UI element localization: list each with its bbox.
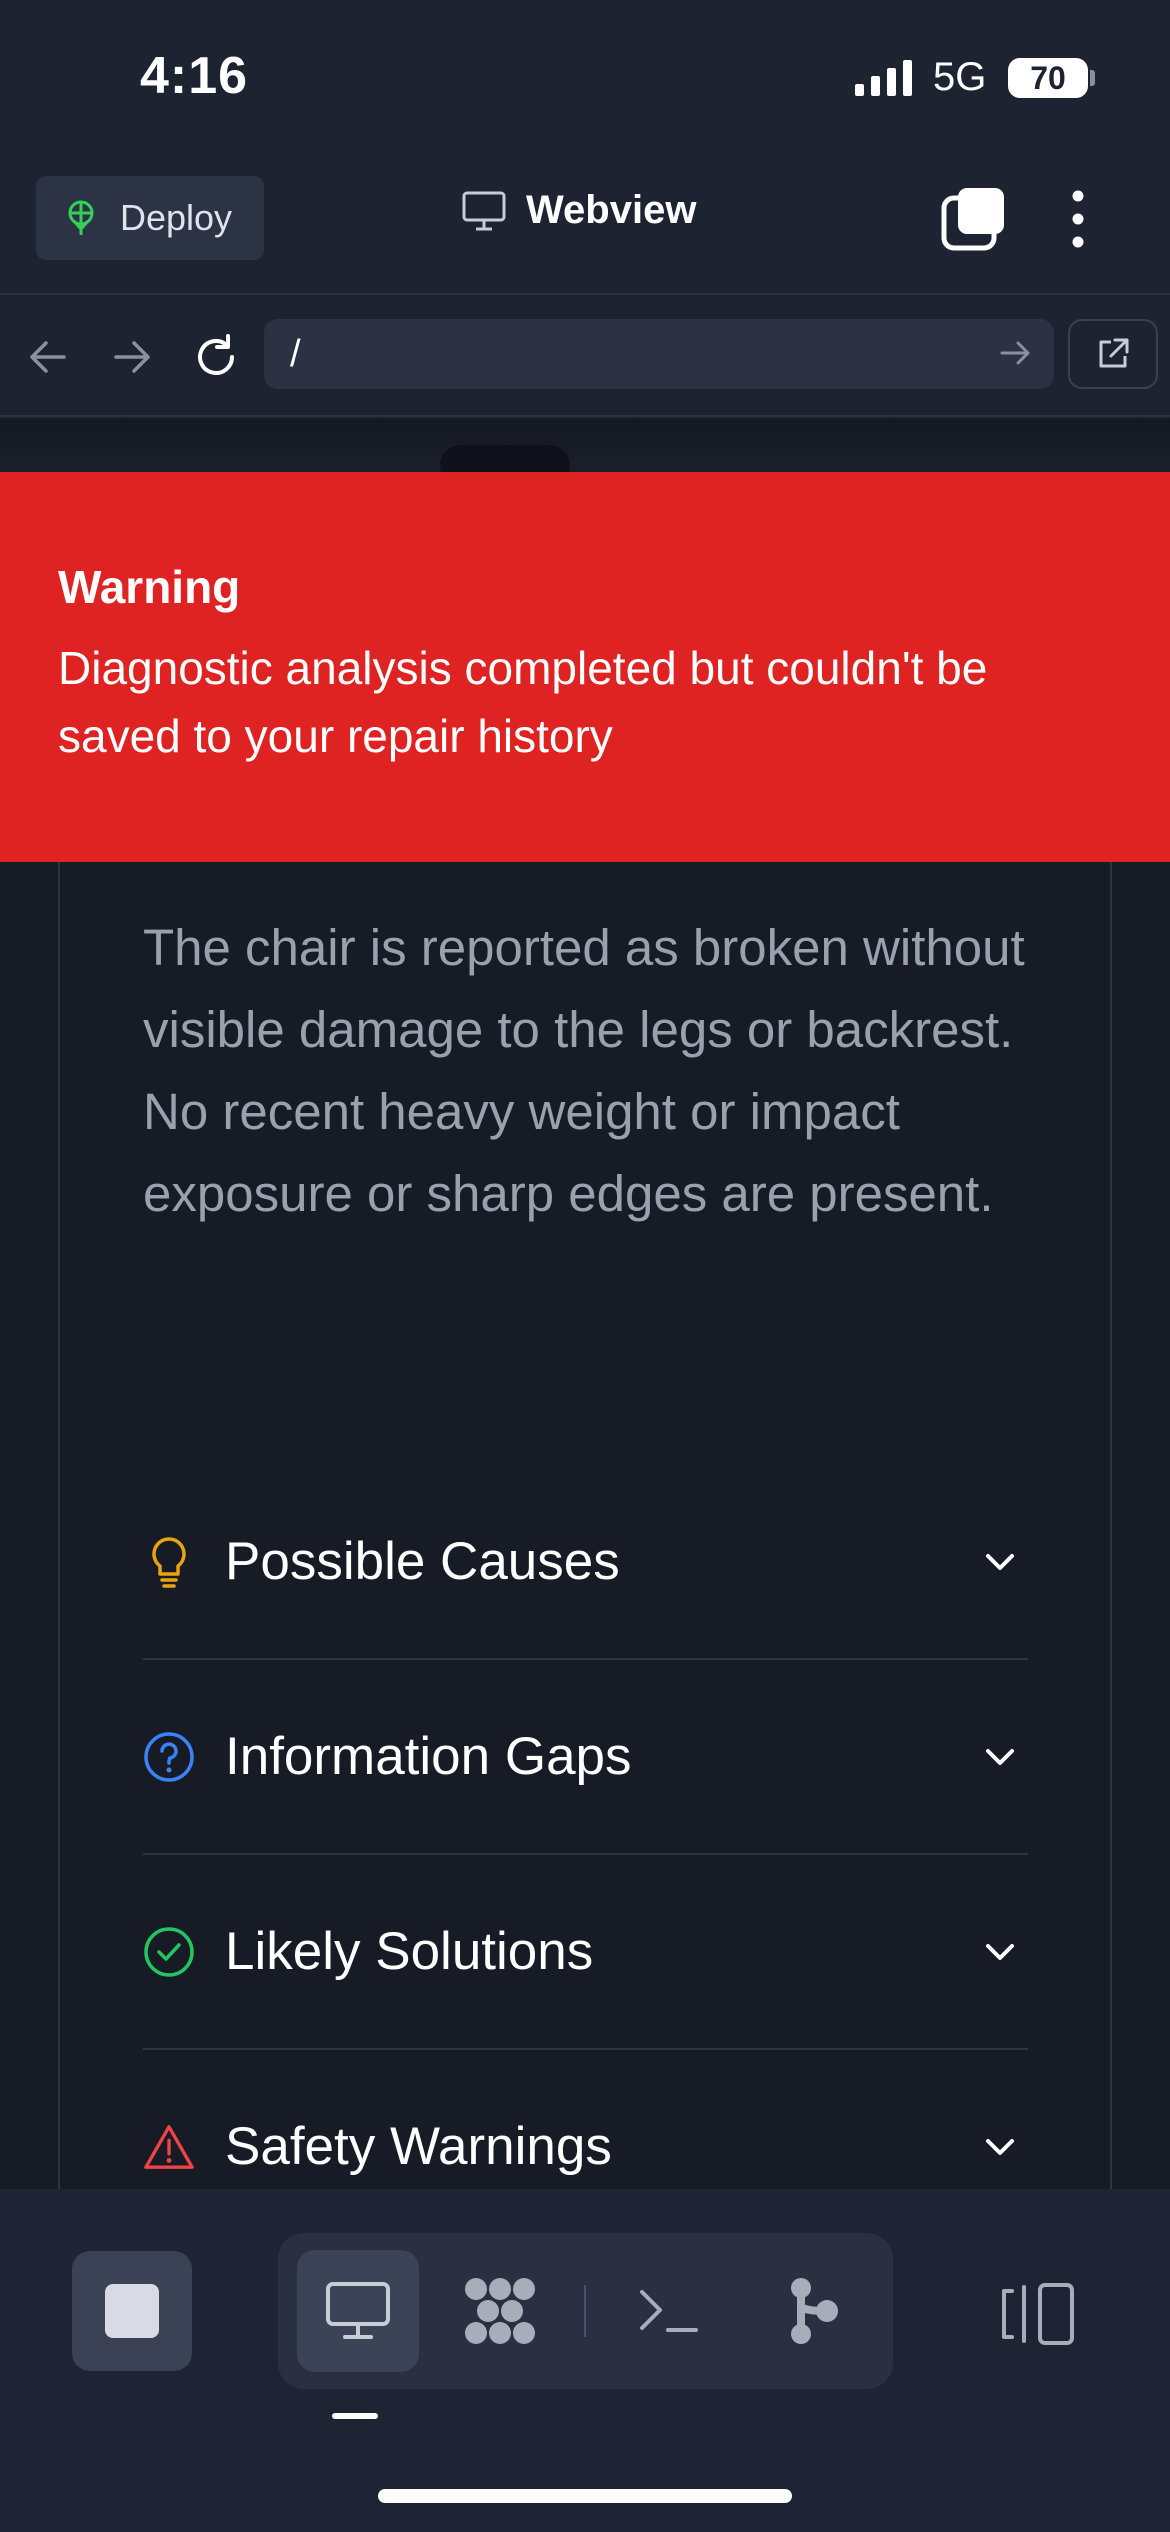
arrow-left-icon <box>30 341 66 373</box>
stop-icon <box>105 2284 159 2338</box>
battery-cap <box>1090 70 1095 86</box>
terminal-icon <box>640 2290 698 2332</box>
external-link-icon <box>1099 338 1129 368</box>
chevron-down-icon <box>986 2138 1014 2155</box>
home-indicator[interactable] <box>378 2489 792 2503</box>
status-bar: 4:16 5G 70 <box>0 0 1170 160</box>
check-circle-icon <box>143 1926 195 1978</box>
toolbar-divider <box>584 2285 586 2337</box>
back-button[interactable] <box>18 327 78 387</box>
agent-tab-button[interactable] <box>439 2250 561 2372</box>
stop-button[interactable] <box>72 2251 192 2371</box>
page-top-shadow <box>0 419 1170 471</box>
monitor-icon <box>462 191 506 230</box>
url-text: / <box>290 332 301 375</box>
question-circle-icon <box>143 1731 195 1783</box>
section-label: Information Gaps <box>225 1727 632 1786</box>
alert-triangle-icon <box>143 2121 195 2173</box>
go-arrow-icon[interactable] <box>996 333 1036 373</box>
active-tab-indicator <box>332 2413 378 2419</box>
section-label: Likely Solutions <box>225 1922 594 1981</box>
diagnosis-summary: The chair is reported as broken without … <box>143 919 1025 1222</box>
chevron-down-icon <box>986 1943 1014 1960</box>
url-bar: / <box>0 297 1170 417</box>
status-time: 4:16 <box>140 47 249 105</box>
cellular-signal-icon <box>855 60 912 96</box>
reload-button[interactable] <box>186 327 246 387</box>
agent-icon <box>465 2278 535 2344</box>
more-options-icon[interactable] <box>1058 186 1098 252</box>
deploy-icon <box>68 200 94 235</box>
section-likely-solutions[interactable]: Likely Solutions <box>143 1855 1028 2050</box>
battery-icon: 70 <box>1008 58 1088 98</box>
deploy-button[interactable]: Deploy <box>36 176 264 260</box>
tabs-icon[interactable] <box>940 186 1006 252</box>
warning-message: Diagnostic analysis completed but couldn… <box>58 642 988 762</box>
section-information-gaps[interactable]: Information Gaps <box>143 1660 1028 1855</box>
warning-banner[interactable]: Warning Diagnostic analysis completed bu… <box>0 472 1170 862</box>
network-type: 5G <box>933 55 987 99</box>
bottom-toolbar <box>0 2189 1170 2532</box>
section-label: Safety Warnings <box>225 2117 612 2176</box>
forward-button[interactable] <box>102 327 162 387</box>
git-tab-button[interactable] <box>752 2250 874 2372</box>
header-title-text: Webview <box>526 188 697 232</box>
section-possible-causes[interactable]: Possible Causes <box>143 1465 1028 1660</box>
git-branch-icon <box>791 2278 838 2344</box>
open-external-button[interactable] <box>1068 319 1158 389</box>
arrow-right-icon <box>114 341 150 373</box>
app-header: Deploy Webview <box>0 160 1170 295</box>
warning-title: Warning <box>58 561 241 613</box>
header-title: Webview <box>462 188 696 233</box>
lightbulb-icon <box>143 1536 195 1588</box>
terminal-tab-button[interactable] <box>608 2250 730 2372</box>
chevron-down-icon <box>986 1553 1014 1570</box>
section-label: Possible Causes <box>225 1532 620 1591</box>
section-safety-warnings[interactable]: Safety Warnings <box>143 2050 1028 2189</box>
webview-tab-button[interactable] <box>297 2250 419 2372</box>
deploy-label: Deploy <box>120 197 233 238</box>
chevron-down-icon <box>986 1748 1014 1765</box>
monitor-icon <box>326 2282 390 2339</box>
reload-icon <box>198 334 234 375</box>
view-switcher <box>278 2233 893 2389</box>
url-input[interactable]: / <box>264 319 1054 389</box>
split-view-icon[interactable] <box>998 2279 1078 2349</box>
